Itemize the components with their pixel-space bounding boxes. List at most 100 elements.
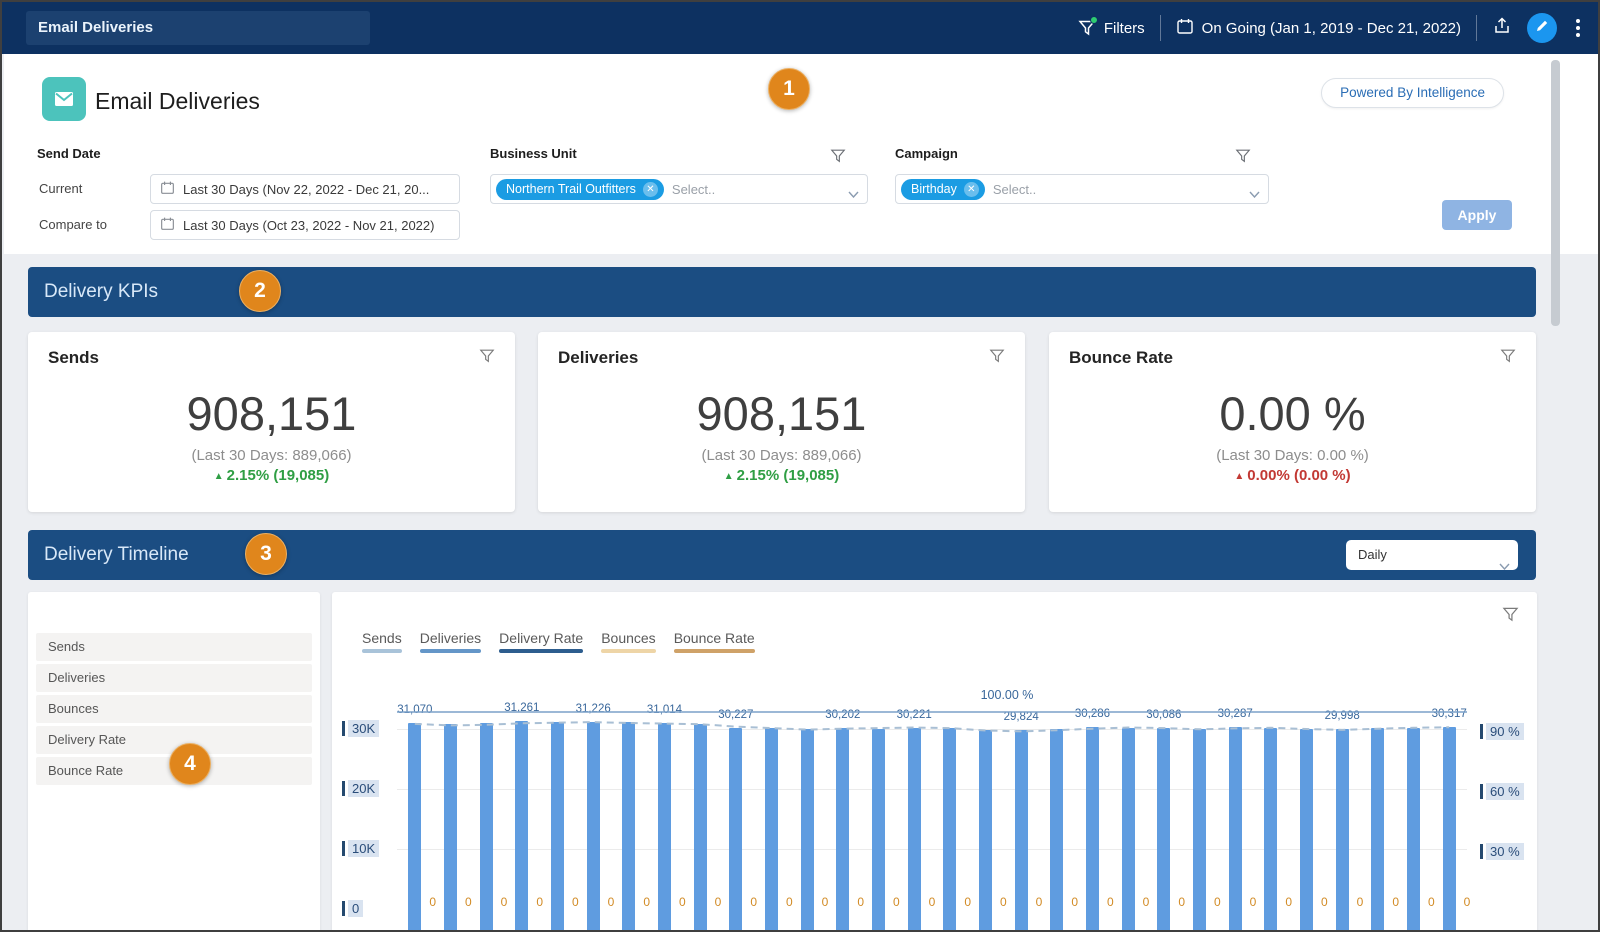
sends-bar[interactable]	[1228, 727, 1242, 930]
kpi-card-sends: Sends 908,151 (Last 30 Days: 889,066) ▲ 2…	[28, 332, 515, 512]
kpi-filter-icon[interactable]	[989, 348, 1005, 369]
current-date-value: Last 30 Days (Nov 22, 2022 - Dec 21, 20.…	[183, 181, 430, 197]
sends-bar[interactable]	[1442, 727, 1456, 930]
sends-bar[interactable]	[943, 728, 957, 930]
kpi-filter-icon[interactable]	[1500, 348, 1516, 369]
kpi-section-title: Delivery KPIs	[44, 281, 159, 302]
sends-bar[interactable]	[1157, 728, 1171, 930]
metric-item-bounces[interactable]: Bounces	[36, 695, 312, 723]
current-date-input[interactable]: Last 30 Days (Nov 22, 2022 - Dec 21, 20.…	[150, 174, 460, 204]
bar-value-label: 30,086	[1146, 709, 1182, 722]
remove-chip-icon[interactable]: ✕	[642, 181, 658, 197]
kpi-filter-icon[interactable]	[479, 348, 495, 369]
sends-bar[interactable]	[800, 729, 814, 930]
select-placeholder: Select..	[671, 181, 716, 197]
send-date-label: Send Date	[37, 146, 101, 161]
kpi-card-deliveries: Deliveries 908,151 (Last 30 Days: 889,06…	[538, 332, 1025, 512]
bounces-zero-label: 0	[1249, 895, 1257, 909]
sends-bar[interactable]	[693, 723, 707, 930]
remove-chip-icon[interactable]: ✕	[963, 181, 979, 197]
business-unit-filter-icon[interactable]	[830, 148, 846, 169]
kpi-title: Deliveries	[558, 348, 639, 367]
bounces-zero-label: 0	[1320, 895, 1328, 909]
bounces-zero-label: 0	[892, 895, 900, 909]
kpi-subtext: (Last 30 Days: 889,066)	[191, 447, 352, 464]
sends-bar[interactable]	[1407, 727, 1420, 930]
legend-tab-sends[interactable]: Sends	[362, 630, 402, 653]
bounces-zero-label: 0	[714, 895, 722, 909]
edit-button[interactable]	[1527, 13, 1557, 43]
bar-value-label: 31,226	[575, 702, 611, 715]
divider	[1476, 15, 1477, 41]
annotation-badge-2: 2	[239, 270, 281, 312]
sends-bar[interactable]	[1371, 728, 1385, 930]
sends-bar[interactable]	[1121, 728, 1135, 930]
sends-bar[interactable]	[1050, 729, 1064, 930]
top-navbar: Email Deliveries Filters On Going (Jan 1…	[2, 2, 1598, 54]
kpi-value: 0.00 %	[1219, 387, 1366, 440]
kpi-card-bounce-rate: Bounce Rate 0.00 % (Last 30 Days: 0.00 %…	[1049, 332, 1536, 512]
bounces-zero-label: 0	[571, 895, 579, 909]
bar-value-label: 30,202	[825, 708, 861, 721]
bounces-zero-label: 0	[1071, 895, 1078, 909]
filters-label: Filters	[1103, 19, 1145, 37]
chart-filter-icon[interactable]	[1502, 606, 1519, 628]
chevron-down-icon	[848, 185, 859, 203]
email-app-icon	[42, 77, 86, 121]
business-unit-label: Business Unit	[490, 146, 577, 161]
delta-up-icon: ▲	[723, 471, 734, 482]
sends-bar[interactable]	[444, 723, 457, 930]
bounces-zero-label: 0	[857, 895, 864, 909]
sends-bar[interactable]	[1086, 727, 1099, 930]
sends-bar[interactable]	[622, 722, 636, 930]
sends-bar[interactable]	[586, 721, 600, 930]
sends-bar[interactable]	[907, 727, 921, 930]
metric-item-sends[interactable]: Sends	[36, 633, 312, 661]
campaign-filter-icon[interactable]	[1235, 148, 1251, 169]
metric-item-deliveries[interactable]: Deliveries	[36, 664, 312, 692]
campaign-chip: Birthday ✕	[901, 178, 985, 200]
sends-bar[interactable]	[765, 728, 778, 930]
apply-button[interactable]: Apply	[1442, 200, 1512, 230]
select-placeholder: Select..	[992, 181, 1037, 197]
sends-bar[interactable]	[658, 722, 671, 930]
bounces-zero-label: 0	[1035, 895, 1043, 909]
calendar-icon	[160, 216, 175, 234]
more-menu-button[interactable]	[1572, 15, 1584, 41]
bounces-zero-label: 0	[643, 895, 650, 909]
granularity-value: Daily	[1358, 547, 1387, 562]
campaign-select[interactable]: Birthday ✕ Select..	[895, 174, 1269, 204]
bounces-zero-label: 0	[1178, 895, 1185, 909]
sends-bar[interactable]	[1193, 729, 1206, 930]
sends-bar[interactable]	[836, 727, 850, 930]
sends-bar[interactable]	[729, 727, 743, 930]
bounces-zero-label: 0	[1392, 895, 1399, 909]
page-scrollbar[interactable]	[1551, 60, 1560, 326]
sends-bar[interactable]	[1264, 728, 1278, 930]
granularity-select[interactable]: Daily	[1346, 540, 1518, 571]
sends-bar[interactable]	[979, 729, 992, 930]
sends-bar[interactable]	[551, 722, 564, 930]
bounces-zero-label: 0	[1463, 895, 1471, 909]
bounces-zero-label: 0	[607, 895, 615, 909]
bounces-zero-label: 0	[1106, 895, 1114, 909]
sends-bar[interactable]	[1014, 730, 1028, 930]
bounces-zero-label: 0	[1213, 895, 1221, 909]
sends-bar[interactable]	[515, 721, 529, 930]
filters-button[interactable]: Filters	[1078, 16, 1145, 37]
sends-bar[interactable]	[872, 728, 885, 930]
powered-by-button[interactable]: Powered By Intelligence	[1321, 78, 1504, 108]
sends-bar[interactable]	[1335, 729, 1349, 930]
business-unit-select[interactable]: Northern Trail Outfitters ✕ Select..	[490, 174, 868, 204]
left-axis-tick: 30K	[342, 720, 380, 737]
sends-bar[interactable]	[408, 722, 422, 930]
sends-bar[interactable]	[1300, 729, 1313, 930]
date-range-label: On Going (Jan 1, 2019 - Dec 21, 2022)	[1201, 19, 1461, 37]
compare-date-input[interactable]: Last 30 Days (Oct 23, 2022 - Nov 21, 202…	[150, 210, 460, 240]
export-button[interactable]	[1492, 16, 1512, 41]
sends-bar[interactable]	[479, 723, 493, 930]
date-range-button[interactable]: On Going (Jan 1, 2019 - Dec 21, 2022)	[1176, 17, 1461, 40]
right-axis-tick: 60 %	[1480, 783, 1524, 800]
bounces-zero-label: 0	[999, 895, 1007, 909]
dashboard-title-input[interactable]: Email Deliveries	[26, 11, 370, 45]
